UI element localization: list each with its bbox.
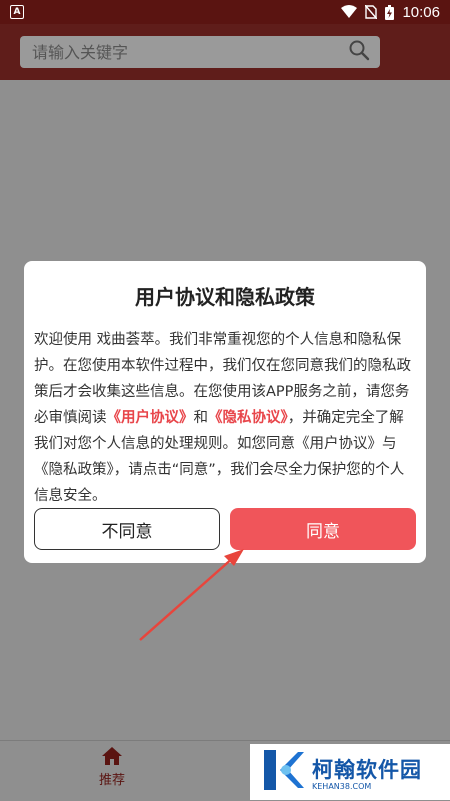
status-time: 10:06 xyxy=(402,3,440,21)
app-notification-icon: A xyxy=(10,5,24,19)
wifi-icon xyxy=(341,5,358,19)
watermark-title: 柯翰软件园 xyxy=(312,757,422,782)
no-sim-icon xyxy=(365,5,378,19)
agree-button[interactable]: 同意 xyxy=(230,508,416,550)
nav-item-label: 推荐 xyxy=(98,773,125,788)
disagree-button[interactable]: 不同意 xyxy=(34,508,220,550)
dialog-body: 欢迎使用 戏曲荟萃。我们非常重视您的个人信息和隐私保护。在您使用本软件过程中，我… xyxy=(34,327,418,509)
dialog-text-and: 和 xyxy=(193,410,209,426)
home-icon xyxy=(102,747,122,765)
dialog-title: 用户协议和隐私政策 xyxy=(135,285,315,309)
battery-charging-icon xyxy=(385,4,395,20)
user-agreement-link[interactable]: 《用户协议》 xyxy=(107,410,194,426)
privacy-dialog: 用户协议和隐私政策 欢迎使用 戏曲荟萃。我们非常重视您的个人信息和隐私保护。在您… xyxy=(24,261,426,563)
search-icon[interactable] xyxy=(348,39,370,65)
nav-item-recommend[interactable]: 推荐 xyxy=(82,747,142,797)
privacy-policy-link[interactable]: 《隐私协议》 xyxy=(208,410,288,426)
search-input[interactable] xyxy=(30,41,348,63)
watermark-logo-icon xyxy=(250,746,306,798)
app-bar xyxy=(0,24,450,80)
status-bar: A 10:06 xyxy=(0,0,450,24)
search-box[interactable] xyxy=(20,36,380,68)
watermark: 柯翰软件园 KEHAN38.COM xyxy=(250,744,450,800)
